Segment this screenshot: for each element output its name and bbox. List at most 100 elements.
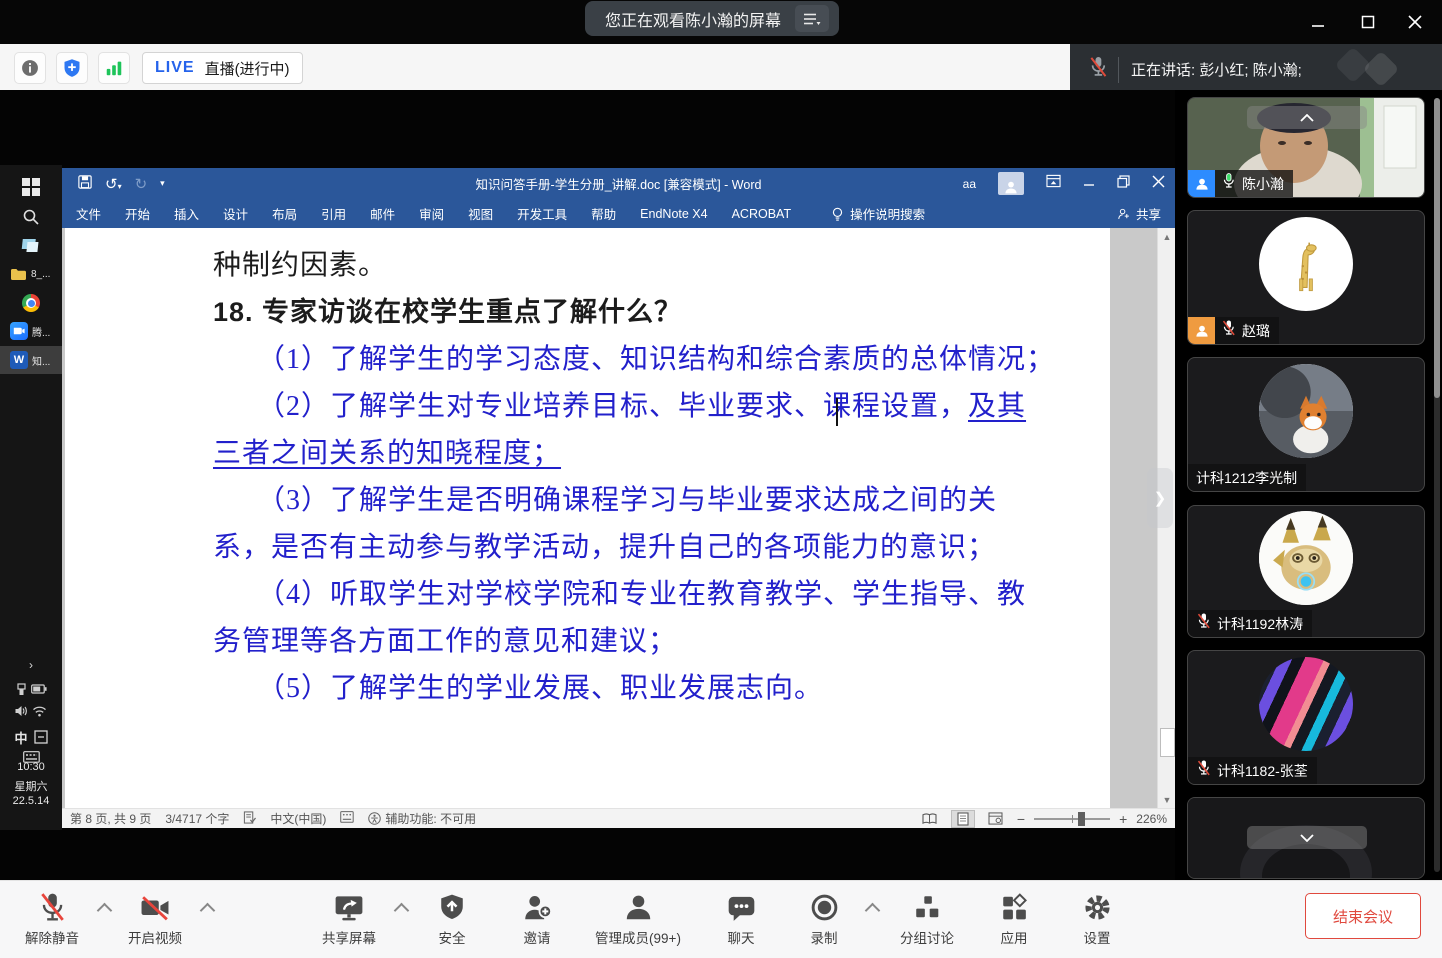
proofing-icon[interactable] [243,811,256,827]
tab-developer[interactable]: 开发工具 [517,204,567,223]
taskbar-item-chrome[interactable] [0,289,62,317]
giraffe-avatar [1259,217,1353,311]
taskbar-search-button[interactable] [0,203,62,231]
settings-label: 设置 [1042,927,1152,947]
redo-button[interactable]: ↻ [135,175,148,193]
meeting-info-button[interactable] [14,52,46,84]
word-count[interactable]: 3/4717 个字 [165,810,229,827]
manage-members-label: 管理成员(99+) [583,927,693,947]
print-layout-button[interactable] [951,810,975,828]
shield-plus-icon [62,58,82,78]
close-button[interactable] [1405,12,1425,32]
maximize-button[interactable] [1358,12,1378,32]
tab-help[interactable]: 帮助 [591,204,616,223]
mic-muted-icon [1221,319,1236,342]
customize-quick-access-button[interactable]: ▾ [160,178,165,189]
record-button[interactable]: 录制 [769,890,879,947]
tab-review[interactable]: 审阅 [419,204,444,223]
save-button[interactable] [78,175,92,192]
doc-line: （5）了解学生的学业发展、职业发展志向。 [213,665,1110,712]
tray-audio-network[interactable] [0,697,62,725]
zoom-level[interactable]: 226% [1136,812,1167,826]
end-meeting-button[interactable]: 结束会议 [1305,893,1421,939]
tab-references[interactable]: 引用 [321,204,346,223]
word-minimize-button[interactable] [1083,175,1095,193]
view-menu-button[interactable] [795,5,829,32]
start-button[interactable] [0,173,62,201]
undo-button[interactable]: ↺▾ [105,175,122,193]
tencent-meeting-icon [10,322,28,340]
zoom-in-button[interactable]: + [1119,811,1127,827]
tab-home[interactable]: 开始 [125,204,150,223]
share-screen-button[interactable]: 共享屏幕 [294,890,404,947]
participant-tile[interactable]: 计科1212李光制 [1187,357,1425,492]
cohost-badge-icon [1188,317,1215,344]
tab-file[interactable]: 文件 [76,204,101,223]
cat-avatar [1259,364,1353,458]
word-restore-button[interactable] [1117,175,1130,193]
read-mode-button[interactable] [918,810,942,828]
participant-tile-video[interactable]: 陈小瀚 [1187,97,1425,198]
meeting-security-button[interactable] [56,52,88,84]
tab-layout[interactable]: 布局 [272,204,297,223]
tab-insert[interactable]: 插入 [174,204,199,223]
expand-panel-handle[interactable]: ❯ [1147,468,1173,528]
clock-time[interactable]: 10:30 [0,761,62,773]
page-indicator[interactable]: 第 8 页, 共 9 页 [70,810,151,827]
manage-members-button[interactable]: 管理成员(99+) [583,890,693,947]
minimize-button[interactable] [1308,12,1328,32]
scrollbar-thumb[interactable] [1160,728,1175,757]
unmute-label: 解除静音 [0,927,107,947]
zoom-slider[interactable] [1034,818,1110,820]
macro-record-icon[interactable] [340,811,354,826]
tab-endnote[interactable]: EndNote X4 [640,207,707,221]
network-quality-button[interactable] [98,52,130,84]
mic-active-icon [1221,172,1236,195]
scroll-down-arrow[interactable]: ▼ [1158,791,1176,808]
live-broadcast-badge[interactable]: LIVE 直播(进行中) [142,52,303,84]
participant-tile[interactable]: 计科1182-张荃 [1187,650,1425,785]
zoom-slider-thumb[interactable] [1078,812,1085,826]
ribbon-display-options-button[interactable] [1046,174,1061,193]
members-person-icon [583,890,693,922]
word-window: ↺▾ ↻ ▾ 知识问答手册-学生分册_讲解.doc [兼容模式] - Word … [62,168,1175,828]
font-size-buttons[interactable]: aa [963,177,976,191]
task-view-button[interactable] [0,231,62,259]
share-button[interactable]: 共享 [1117,204,1161,223]
panel-scrollbar-thumb[interactable] [1434,98,1440,398]
gear-icon [1042,890,1152,922]
account-avatar[interactable] [998,172,1024,195]
windows-taskbar: 8_... 腾... W 知... › 中 [0,165,62,830]
participant-tile[interactable]: 计科1192林涛 [1187,505,1425,638]
accessibility-status[interactable]: 辅助功能: 不可用 [368,810,476,827]
participant-tile[interactable]: 赵璐 [1187,210,1425,345]
scroll-up-arrow[interactable]: ▲ [1158,228,1176,245]
web-layout-button[interactable] [984,810,1008,828]
participant-tile-partial[interactable] [1187,797,1425,879]
unmute-button[interactable]: 解除静音 [0,890,107,947]
hamburger-icon [803,12,821,26]
panel-scrollbar[interactable] [1434,98,1440,872]
tab-mailings[interactable]: 邮件 [370,204,395,223]
tab-acrobat[interactable]: ACROBAT [732,207,792,221]
battery-icon [31,684,47,694]
tab-design[interactable]: 设计 [223,204,248,223]
record-circle-icon [769,890,879,922]
start-video-button[interactable]: 开启视频 [100,890,210,947]
doc-line: （3）了解学生是否明确课程学习与毕业要求达成之间的关 [213,477,1110,524]
participant-label: 计科1182-张荃 [1188,757,1317,784]
document-page[interactable]: 种制约因素。 18. 专家访谈在校学生重点了解什么？ （1）了解学生的学习态度、… [65,228,1110,808]
settings-button[interactable]: 设置 [1042,890,1152,947]
invite-button[interactable]: 邀请 [482,890,592,947]
collapse-videos-button[interactable] [1247,106,1367,129]
word-status-bar: 第 8 页, 共 9 页 3/4717 个字 中文(中国) 辅助功能: 不可用 [62,808,1175,828]
zoom-out-button[interactable]: − [1017,811,1025,827]
word-close-button[interactable] [1152,175,1165,193]
participants-panel: 陈小瀚 赵璐 [1175,90,1442,880]
tell-me-search[interactable]: 操作说明搜索 [831,204,925,223]
muted-mic-icon [1088,55,1108,84]
tab-view[interactable]: 视图 [468,204,493,223]
scroll-participants-down-button[interactable] [1247,826,1367,849]
language-indicator[interactable]: 中文(中国) [270,810,326,827]
accessibility-icon [368,812,381,825]
